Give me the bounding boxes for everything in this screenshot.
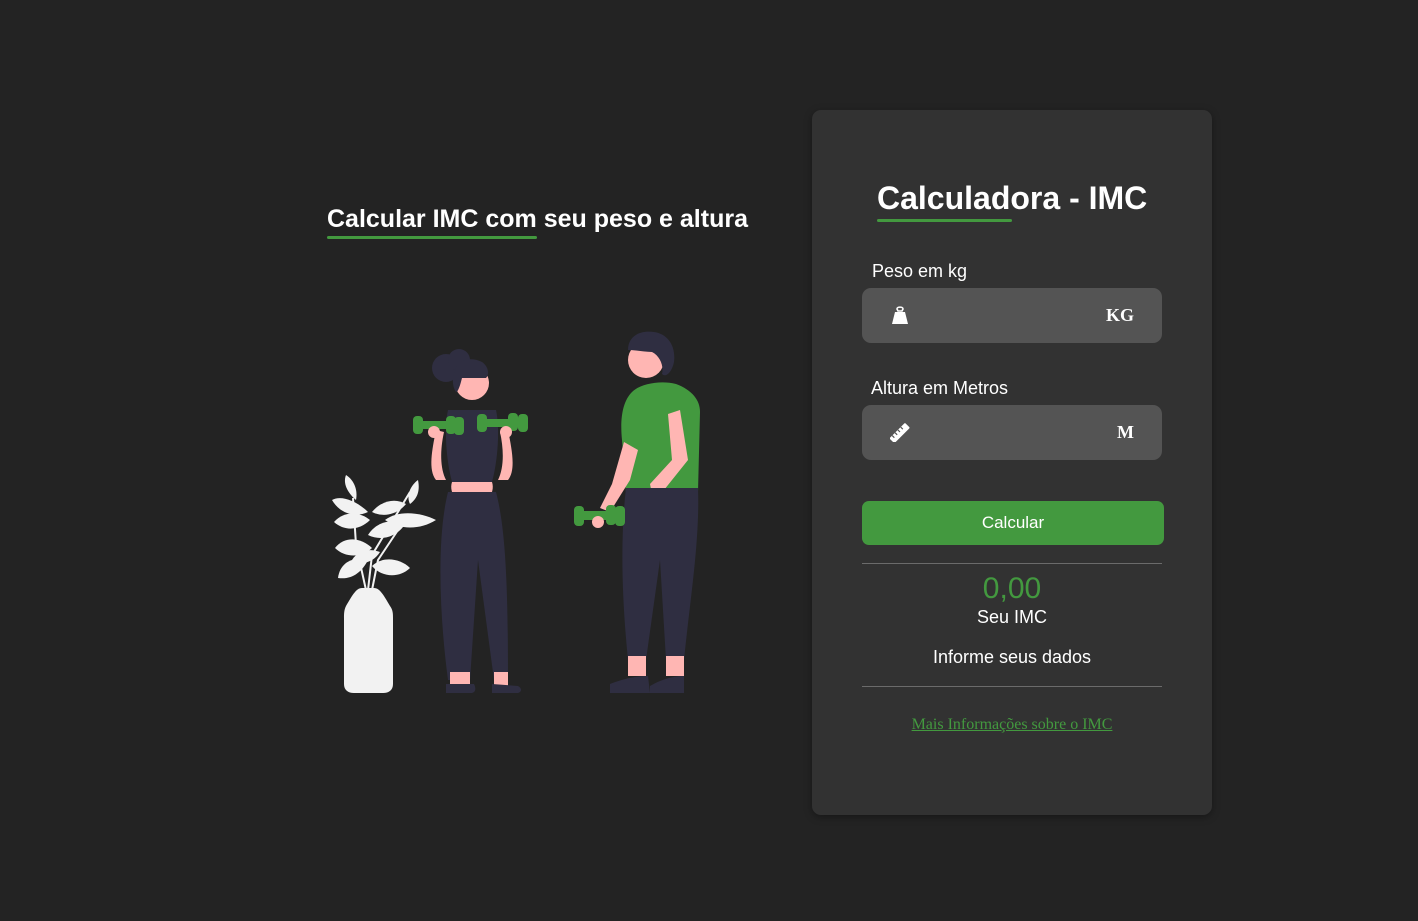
bmi-result-label: Seu IMC <box>976 607 1048 627</box>
card-title-underline <box>877 219 1012 222</box>
weight-label: Peso em kg <box>872 261 968 281</box>
ruler-icon <box>890 423 910 442</box>
result-bottom-divider <box>862 686 1162 687</box>
weight-field[interactable]: KG <box>862 288 1162 343</box>
height-field[interactable]: M <box>862 405 1162 460</box>
height-label: Altura em Metros <box>871 378 1009 398</box>
bmi-calculator-card: Calculadora - IMC Peso em kg KG Altura e… <box>812 110 1212 815</box>
plant-vase-illustration <box>332 475 436 693</box>
result-top-divider <box>862 563 1162 564</box>
weight-input[interactable] <box>922 296 1096 336</box>
card-title: Calculadora - IMC <box>877 180 1148 216</box>
hero-title-underline <box>327 236 537 239</box>
height-unit: M <box>1117 422 1134 442</box>
bmi-result-value: 0,00 <box>982 572 1042 605</box>
bmi-result-message: Informe seus dados <box>932 647 1092 667</box>
hero-title: Calcular IMC com seu peso e altura <box>327 205 748 233</box>
more-info-link[interactable]: Mais Informações sobre o IMC <box>862 716 1162 734</box>
weight-unit: KG <box>1105 305 1134 325</box>
height-input[interactable] <box>922 413 1096 453</box>
calculate-button[interactable]: Calcular <box>862 501 1164 545</box>
weight-icon <box>892 306 908 324</box>
fitness-illustration <box>332 331 700 693</box>
man-illustration <box>574 331 700 693</box>
